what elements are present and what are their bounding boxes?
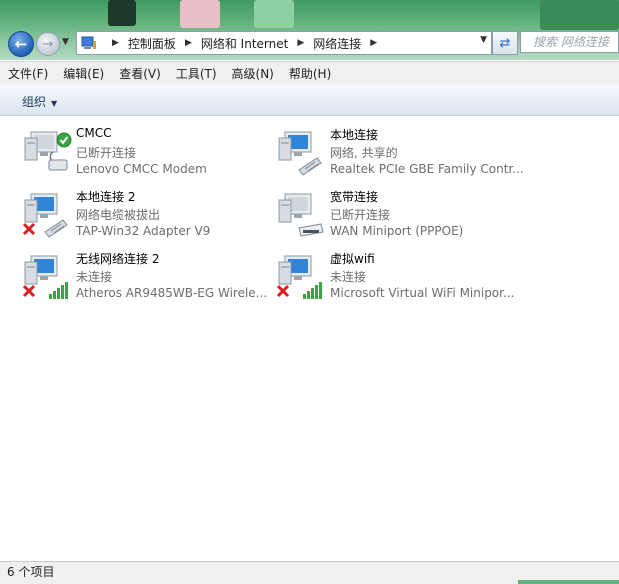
network-connection-icon (278, 131, 322, 176)
connection-device: Atheros AR9485WB-EG Wirele... (76, 286, 268, 300)
connection-device: Lenovo CMCC Modem (76, 162, 207, 176)
forward-button[interactable]: → (36, 32, 60, 56)
breadcrumb-separator[interactable]: ▶ (297, 38, 304, 48)
breadcrumb-control-panel[interactable]: 控制面板 (128, 35, 176, 52)
background-icon (540, 0, 619, 30)
address-bar[interactable]: ▶ 控制面板 ▶ 网络和 Internet ▶ 网络连接 ▶ ▼ (76, 31, 492, 55)
connection-device: TAP-Win32 Adapter V9 (76, 224, 211, 238)
menu-tools[interactable]: 工具(T) (176, 65, 217, 82)
connection-status: 未连接 (330, 270, 367, 284)
connection-name: 宽带连接 (330, 190, 379, 204)
breadcrumb-separator[interactable]: ▶ (185, 38, 192, 48)
connection-device: Microsoft Virtual WiFi Minipor... (330, 286, 515, 300)
connection-name: CMCC (76, 126, 112, 140)
background-icon (180, 0, 220, 28)
connection-device: Realtek PCIe GBE Family Contr... (330, 162, 524, 176)
breadcrumb-network-internet[interactable]: 网络和 Internet (201, 35, 288, 52)
command-bar: 组织 ▼ (0, 85, 619, 116)
back-button[interactable]: ← (8, 31, 34, 57)
connection-status: 已断开连接 (76, 146, 137, 160)
menu-edit[interactable]: 编辑(E) (63, 65, 104, 82)
connection-name: 无线网络连接 2 (76, 252, 160, 266)
connection-name: 虚拟wifi (330, 252, 375, 266)
arrow-left-icon: ← (14, 35, 28, 53)
network-connection-icon (23, 193, 68, 238)
connection-device: WAN Miniport (PPPOE) (330, 224, 464, 238)
connection-status: 网络电缆被拔出 (76, 208, 161, 222)
connection-status: 网络, 共享的 (330, 146, 398, 160)
menu-bar: 文件(F) 编辑(E) 查看(V) 工具(T) 高级(N) 帮助(H) (0, 61, 619, 85)
connection-item[interactable]: 无线网络连接 2 未连接 Atheros AR9485WB-EG Wirele.… (23, 250, 273, 310)
menu-file[interactable]: 文件(F) (8, 65, 48, 82)
connection-item[interactable]: 宽带连接 已断开连接 WAN Miniport (PPPOE) (277, 188, 527, 248)
menu-advanced[interactable]: 高级(N) (232, 65, 274, 82)
connection-item[interactable]: 本地连接 2 网络电缆被拔出 TAP-Win32 Adapter V9 (23, 188, 273, 248)
background-icon (108, 0, 136, 26)
breadcrumb-separator[interactable]: ▶ (370, 38, 377, 48)
arrow-right-icon: → (42, 36, 54, 52)
recent-pages-dropdown[interactable]: ▼ (62, 37, 69, 47)
item-count: 6 个项目 (7, 565, 55, 579)
connection-status: 已断开连接 (330, 208, 391, 222)
network-connection-icon (24, 131, 72, 171)
menu-help[interactable]: 帮助(H) (289, 65, 331, 82)
menu-view[interactable]: 查看(V) (119, 65, 161, 82)
control-panel-icon (81, 36, 96, 49)
connection-item[interactable]: 本地连接 网络, 共享的 Realtek PCIe GBE Family Con… (277, 126, 527, 186)
refresh-button[interactable]: ⇄ (492, 31, 518, 55)
search-input[interactable]: 搜索 网络连接 (520, 31, 619, 53)
background-edge (518, 580, 619, 584)
network-connection-icon (23, 255, 68, 299)
background-icon (254, 0, 294, 28)
breadcrumb-network-connections[interactable]: 网络连接 (313, 35, 361, 52)
connection-item[interactable]: 虚拟wifi 未连接 Microsoft Virtual WiFi Minipo… (277, 250, 527, 310)
connections-list: CMCC 已断开连接 Lenovo CMCC Modem 本地连接 网络, 共享… (0, 116, 619, 561)
refresh-icon: ⇄ (499, 35, 511, 51)
connection-name: 本地连接 2 (76, 190, 136, 204)
organize-button[interactable]: 组织 ▼ (22, 93, 57, 110)
chevron-down-icon: ▼ (51, 99, 58, 108)
address-dropdown-icon[interactable]: ▼ (480, 35, 487, 45)
organize-label: 组织 (22, 95, 47, 109)
breadcrumb-separator[interactable]: ▶ (112, 38, 119, 48)
connection-status: 未连接 (76, 270, 113, 284)
network-connection-icon (278, 193, 324, 237)
connection-item[interactable]: CMCC 已断开连接 Lenovo CMCC Modem (23, 126, 273, 186)
network-connection-icon (277, 255, 322, 299)
connection-name: 本地连接 (330, 128, 379, 142)
